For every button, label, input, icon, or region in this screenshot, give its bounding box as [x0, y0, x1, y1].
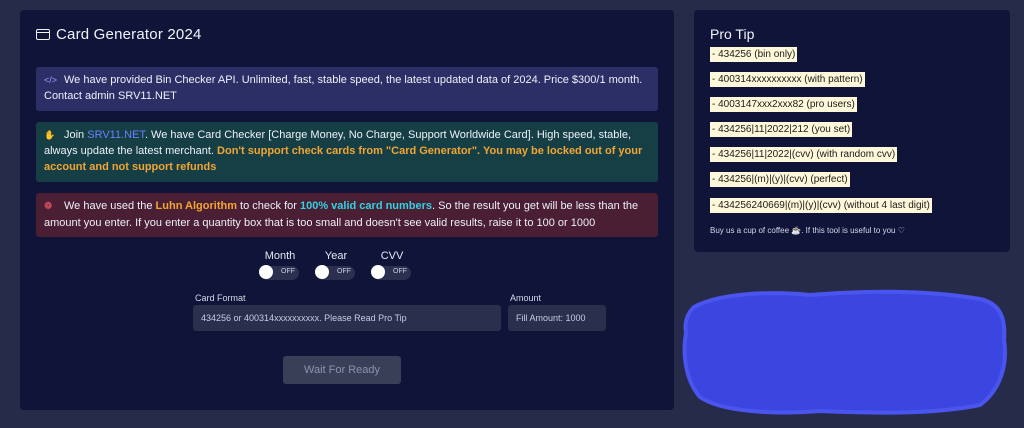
cvv-toggle-knob [371, 265, 385, 279]
alert-luhn-prefix: We have used the [64, 200, 156, 212]
cvv-toggle-label: CVV [380, 250, 404, 262]
year-toggle-group: Year OFF [315, 250, 355, 280]
pro-tip-item: - 4003147xxx2xxx82 (pro users) [710, 97, 857, 112]
pro-tip-item: - 434256|(m)|(y)|(cvv) (perfect) [710, 172, 850, 187]
month-toggle-group: Month OFF [259, 250, 299, 280]
page-title: Card Generator 2024 [36, 26, 202, 43]
pro-tip-item: - 434256|11|2022|212 (you set) [710, 122, 853, 137]
year-toggle[interactable]: OFF [315, 265, 355, 280]
badge-icon: ❁ [44, 201, 53, 212]
pro-tip-footer: Buy us a cup of coffee ☕. If this tool i… [710, 226, 905, 235]
month-toggle-state: OFF [281, 268, 295, 275]
scribble-shape [682, 289, 1007, 415]
cvv-toggle-group: CVV OFF [371, 250, 411, 280]
cvv-toggle-state: OFF [393, 268, 407, 275]
luhn-algorithm-highlight: Luhn Algorithm [155, 200, 237, 212]
redaction-scribble [682, 289, 1007, 415]
alert-luhn-mid: to check for [237, 200, 300, 212]
page-title-text: Card Generator 2024 [56, 26, 202, 43]
month-toggle-knob [259, 265, 273, 279]
year-toggle-state: OFF [337, 268, 351, 275]
code-icon: </> [44, 75, 58, 85]
pro-tip-item: - 434256240669|(m)|(y)|(cvv) (without 4 … [710, 198, 932, 213]
srv11-link[interactable]: SRV11.NET [87, 129, 145, 141]
month-toggle[interactable]: OFF [259, 265, 299, 280]
hand-icon: ✋ [44, 130, 56, 140]
card-generator-panel: Card Generator 2024 </> We have provided … [20, 10, 674, 410]
alert-card-checker-prefix: Join [64, 129, 88, 141]
amount-input[interactable] [508, 305, 606, 331]
card-format-input[interactable] [193, 305, 501, 331]
amount-label: Amount [510, 293, 542, 303]
pro-tip-item: - 400314xxxxxxxxxx (with pattern) [710, 72, 865, 87]
pro-tip-item: - 434256|11|2022|(cvv) (with random cvv) [710, 147, 898, 162]
alert-luhn: ❁ We have used the Luhn Algorithm to chec… [36, 193, 658, 237]
card-format-label: Card Format [195, 293, 246, 303]
year-toggle-label: Year [324, 250, 348, 262]
year-toggle-knob [315, 265, 329, 279]
pro-tip-item: - 434256 (bin only) [710, 47, 798, 62]
alert-bin-checker: </> We have provided Bin Checker API. Unl… [36, 67, 658, 111]
alert-card-checker: ✋ Join SRV11.NET. We have Card Checker [C… [36, 122, 658, 182]
month-toggle-label: Month [264, 250, 296, 262]
cvv-toggle[interactable]: OFF [371, 265, 411, 280]
alert-bin-checker-text: We have provided Bin Checker API. Unlimi… [44, 74, 643, 102]
credit-card-icon [36, 29, 50, 40]
pro-tip-title: Pro Tip [710, 26, 755, 42]
wait-for-ready-button[interactable]: Wait For Ready [283, 356, 401, 384]
valid-cards-highlight: 100% valid card numbers [299, 200, 433, 212]
pro-tip-panel: Pro Tip - 434256 (bin only) - 400314xxxx… [694, 10, 1010, 252]
